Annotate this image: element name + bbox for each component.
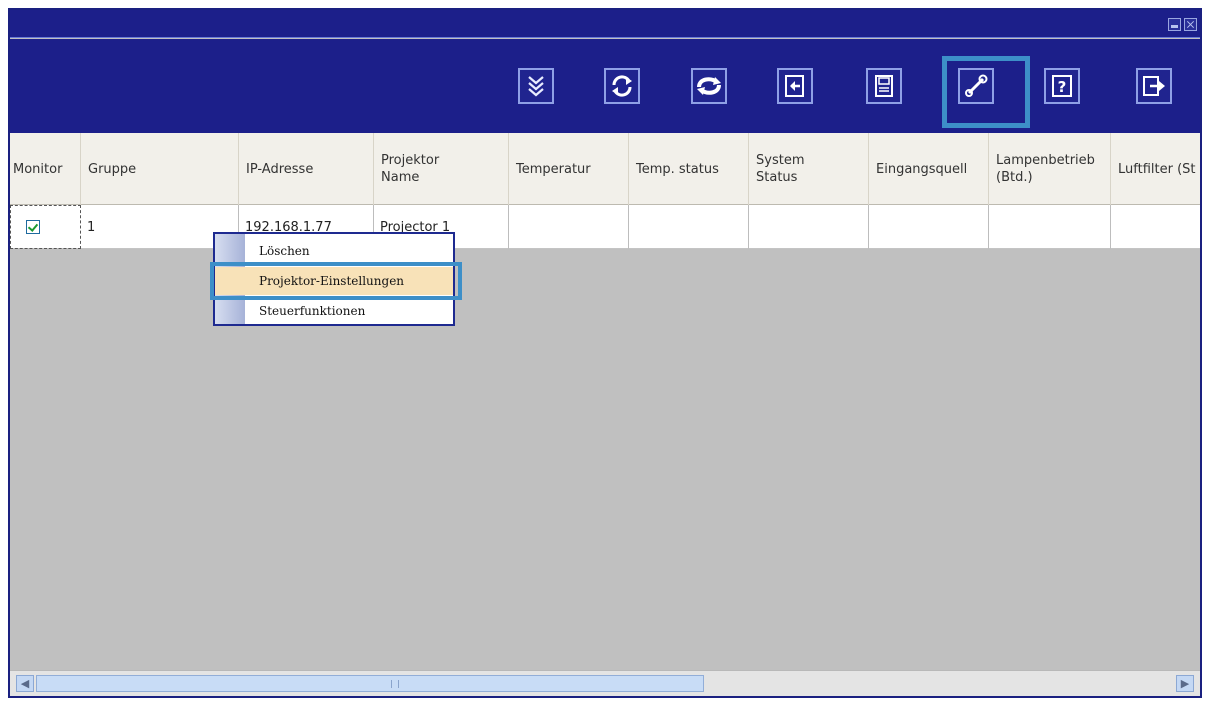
sync-icon[interactable] (691, 68, 727, 104)
column-header-ip[interactable]: IP-Adresse (239, 133, 374, 205)
scrollbar-grip-icon (391, 680, 399, 688)
tools-button-highlight (942, 56, 1030, 128)
close-icon[interactable] (1184, 18, 1197, 31)
table-header: Monitor Gruppe IP-Adresse Projektor Name… (10, 133, 1200, 205)
column-header-luftfilter[interactable]: Luftfilter (St (1111, 133, 1200, 205)
column-header-temp-status[interactable]: Temp. status (629, 133, 749, 205)
expand-down-icon[interactable] (518, 68, 554, 104)
monitor-checkbox[interactable] (26, 220, 40, 234)
monitor-cell[interactable] (10, 205, 81, 249)
toolbar: ? (10, 39, 1200, 133)
column-header-monitor[interactable]: Monitor (10, 133, 81, 205)
cell-luftfilter (1111, 205, 1200, 249)
scrollbar-thumb[interactable] (36, 675, 704, 692)
column-header-lampenbetrieb[interactable]: Lampenbetrieb (Btd.) (989, 133, 1111, 205)
menu-item-highlight (210, 262, 462, 300)
import-icon[interactable] (777, 68, 813, 104)
help-icon[interactable]: ? (1044, 68, 1080, 104)
column-header-gruppe[interactable]: Gruppe (81, 133, 239, 205)
exit-icon[interactable] (1136, 68, 1172, 104)
scroll-right-icon[interactable]: ▶ (1176, 675, 1194, 692)
application-window: ? Monitor Gruppe IP-Adresse Projektor Na… (8, 8, 1202, 698)
projector-table: Monitor Gruppe IP-Adresse Projektor Name… (10, 133, 1200, 663)
cell-lampenbetrieb (989, 205, 1111, 249)
menu-item-steuerfunktionen[interactable]: Steuerfunktionen (215, 297, 453, 325)
column-header-eingangsquelle[interactable]: Eingangsquell (869, 133, 989, 205)
save-icon[interactable] (866, 68, 902, 104)
column-header-projektor-name[interactable]: Projektor Name (374, 133, 509, 205)
minimize-icon[interactable] (1168, 18, 1181, 31)
title-bar (10, 10, 1200, 38)
horizontal-scrollbar[interactable]: ◀ ▶ (10, 670, 1200, 696)
column-header-temperatur[interactable]: Temperatur (509, 133, 629, 205)
table-row[interactable]: 1 192.168.1.77 Projector 1 (10, 205, 1200, 249)
column-header-system-status[interactable]: System Status (749, 133, 869, 205)
cell-temperatur (509, 205, 629, 249)
refresh-icon[interactable] (604, 68, 640, 104)
menu-item-loeschen[interactable]: Löschen (215, 237, 453, 265)
cell-temp-status (629, 205, 749, 249)
cell-eingangsquelle (869, 205, 989, 249)
scroll-left-icon[interactable]: ◀ (16, 675, 34, 692)
svg-text:?: ? (1058, 78, 1067, 96)
cell-system-status (749, 205, 869, 249)
